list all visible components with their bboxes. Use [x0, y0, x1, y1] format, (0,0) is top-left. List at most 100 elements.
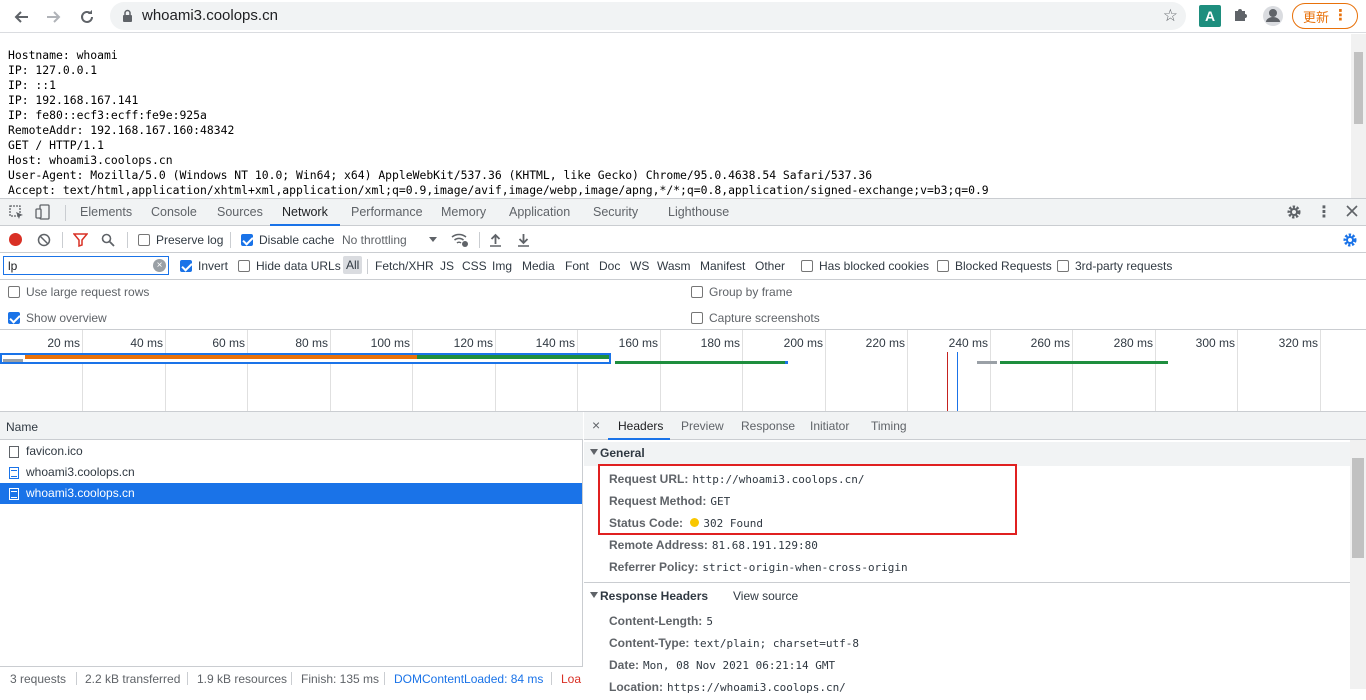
page-scrollbar[interactable]	[1351, 34, 1366, 198]
disable-cache-checkbox[interactable]	[241, 234, 253, 246]
group-by-frame-checkbox[interactable]	[691, 286, 703, 298]
inspect-element-icon[interactable]	[9, 205, 24, 220]
grid-line	[990, 330, 991, 411]
has-blocked-cookies-checkbox[interactable]	[801, 260, 813, 272]
tab-console[interactable]: Console	[151, 205, 197, 219]
capture-screenshots-label[interactable]: Capture screenshots	[709, 311, 820, 325]
export-har-icon[interactable]	[517, 233, 530, 247]
tab-preview[interactable]: Preview	[681, 419, 724, 433]
import-har-icon[interactable]	[489, 233, 502, 247]
type-filter-font[interactable]: Font	[565, 259, 589, 273]
request-row[interactable]: favicon.ico	[0, 441, 582, 462]
device-toolbar-icon[interactable]	[35, 204, 51, 220]
header-value: text/plain; charset=utf-8	[693, 637, 860, 650]
extension-a-icon[interactable]: A	[1199, 5, 1221, 27]
type-filter-fetch-xhr[interactable]: Fetch/XHR	[375, 259, 434, 273]
more-options-icon[interactable]: ⋮	[1316, 202, 1332, 222]
extensions-puzzle-icon[interactable]	[1231, 5, 1253, 27]
type-filter-manifest[interactable]: Manifest	[700, 259, 745, 273]
back-arrow-icon[interactable]	[8, 4, 34, 30]
type-filter-ws[interactable]: WS	[630, 259, 649, 273]
type-filter-img[interactable]: Img	[492, 259, 512, 273]
tab-lighthouse[interactable]: Lighthouse	[668, 205, 729, 219]
show-overview-checkbox[interactable]	[8, 312, 20, 324]
divider	[62, 232, 63, 248]
third-party-checkbox[interactable]	[1057, 260, 1069, 272]
disable-cache-label[interactable]: Disable cache	[259, 233, 334, 247]
file-icon	[9, 446, 19, 458]
blocked-requests-label[interactable]: Blocked Requests	[955, 259, 1052, 273]
response-headers-section-header[interactable]: Response Headers View source	[584, 585, 1350, 609]
type-filter-media[interactable]: Media	[522, 259, 555, 273]
output-line: IP: 127.0.0.1	[8, 63, 98, 77]
view-source-link[interactable]: View source	[733, 589, 798, 603]
tab-performance[interactable]: Performance	[351, 205, 423, 219]
large-rows-checkbox[interactable]	[8, 286, 20, 298]
header-key: Referrer Policy:	[609, 560, 699, 574]
preserve-log-label[interactable]: Preserve log	[156, 233, 223, 247]
clear-icon[interactable]	[37, 233, 51, 247]
group-by-frame-label[interactable]: Group by frame	[709, 285, 792, 299]
profile-avatar-icon[interactable]	[1262, 5, 1284, 27]
close-devtools-icon[interactable]	[1345, 204, 1359, 218]
type-filter-other[interactable]: Other	[755, 259, 785, 273]
capture-screenshots-checkbox[interactable]	[691, 312, 703, 324]
column-name-header[interactable]: Name	[6, 420, 38, 434]
search-icon[interactable]	[101, 233, 115, 247]
general-section-header[interactable]: General	[584, 442, 1350, 466]
tick-label: 260 ms	[1030, 336, 1070, 350]
tab-security[interactable]: Security	[593, 205, 638, 219]
record-icon[interactable]	[9, 233, 22, 246]
tab-memory[interactable]: Memory	[441, 205, 486, 219]
tab-application[interactable]: Application	[509, 205, 570, 219]
type-filter-css[interactable]: CSS	[462, 259, 487, 273]
invert-checkbox[interactable]	[180, 260, 192, 272]
large-rows-label[interactable]: Use large request rows	[26, 285, 149, 299]
network-settings-gear-icon[interactable]	[1342, 232, 1358, 248]
type-filter-wasm[interactable]: Wasm	[657, 259, 691, 273]
filter-funnel-icon[interactable]	[73, 233, 88, 247]
close-details-icon[interactable]: ×	[592, 417, 600, 433]
show-overview-label[interactable]: Show overview	[26, 311, 107, 325]
network-overview[interactable]: 20 ms 40 ms 60 ms 80 ms 100 ms 120 ms 14…	[0, 330, 1366, 412]
type-filter-js[interactable]: JS	[440, 259, 454, 273]
forward-arrow-icon[interactable]	[41, 4, 67, 30]
settings-gear-icon[interactable]	[1286, 204, 1302, 220]
scrollbar-thumb[interactable]	[1354, 52, 1363, 124]
details-scrollbar[interactable]	[1350, 440, 1366, 689]
grid-line	[660, 330, 661, 411]
preserve-log-checkbox[interactable]	[138, 234, 150, 246]
filter-input[interactable]: lp ×	[3, 256, 169, 275]
clear-filter-icon[interactable]: ×	[153, 259, 166, 272]
request-name: whoami3.coolops.cn	[26, 486, 135, 500]
address-bar[interactable]: whoami3.coolops.cn ☆	[110, 2, 1186, 30]
has-blocked-cookies-label[interactable]: Has blocked cookies	[819, 259, 929, 273]
tab-timing[interactable]: Timing	[871, 419, 907, 433]
network-conditions-icon[interactable]	[451, 232, 469, 248]
blocked-requests-checkbox[interactable]	[937, 260, 949, 272]
output-line: Host: whoami3.coolops.cn	[8, 153, 173, 167]
request-row[interactable]: whoami3.coolops.cn	[0, 462, 582, 483]
tab-sources[interactable]: Sources	[217, 205, 263, 219]
hide-data-urls-label[interactable]: Hide data URLs	[256, 259, 341, 273]
lock-icon[interactable]	[122, 9, 133, 23]
type-filter-all[interactable]: All	[343, 256, 363, 274]
type-filter-doc[interactable]: Doc	[599, 259, 620, 273]
invert-label[interactable]: Invert	[198, 259, 228, 273]
chevron-down-icon[interactable]	[429, 237, 437, 242]
tab-initiator[interactable]: Initiator	[810, 419, 849, 433]
tab-response[interactable]: Response	[741, 419, 795, 433]
third-party-label[interactable]: 3rd-party requests	[1075, 259, 1172, 273]
output-line: Accept: text/html,application/xhtml+xml,…	[8, 183, 989, 197]
hide-data-urls-checkbox[interactable]	[238, 260, 250, 272]
request-row-selected[interactable]: whoami3.coolops.cn	[0, 483, 582, 504]
bookmark-star-icon[interactable]: ☆	[1163, 6, 1178, 26]
tab-network[interactable]: Network	[282, 205, 328, 219]
tab-headers[interactable]: Headers	[618, 419, 663, 433]
throttling-select[interactable]: No throttling	[342, 233, 407, 247]
expand-triangle-icon	[590, 449, 598, 455]
scrollbar-thumb[interactable]	[1352, 458, 1364, 558]
update-button[interactable]: 更新 ⋮	[1292, 3, 1358, 29]
reload-icon[interactable]	[74, 4, 100, 30]
tab-elements[interactable]: Elements	[80, 205, 132, 219]
